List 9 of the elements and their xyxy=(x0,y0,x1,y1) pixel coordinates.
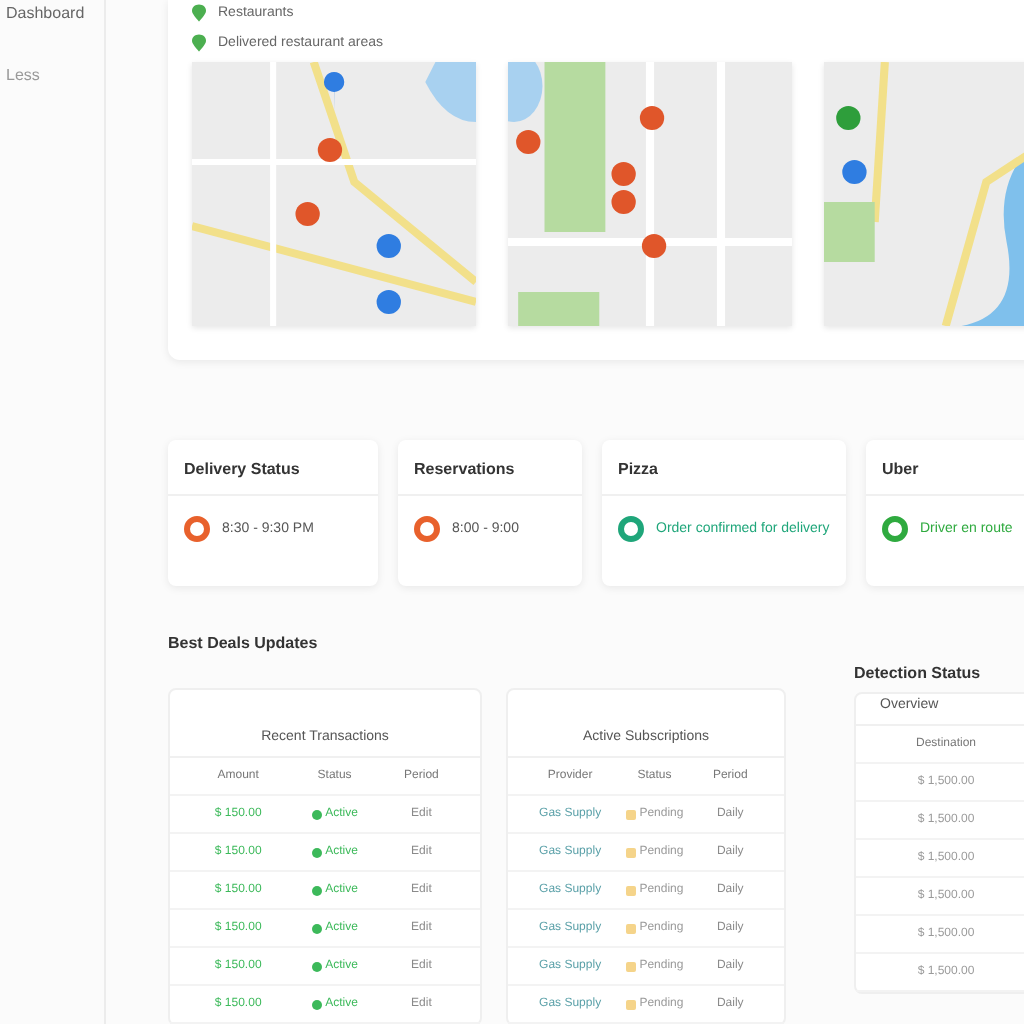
map-marker-icon xyxy=(192,4,206,22)
card-title: Uber xyxy=(866,440,1024,496)
card-title: Pizza xyxy=(602,440,846,496)
table-heading: Detection Status xyxy=(854,664,983,686)
card-title: Reservations xyxy=(398,440,582,496)
card-title: Delivery Status xyxy=(168,440,378,496)
map-marker-icon xyxy=(192,34,206,52)
section-title: Best Deals Updates xyxy=(168,634,320,652)
sidebar-item[interactable]: Dashboard xyxy=(0,4,104,22)
